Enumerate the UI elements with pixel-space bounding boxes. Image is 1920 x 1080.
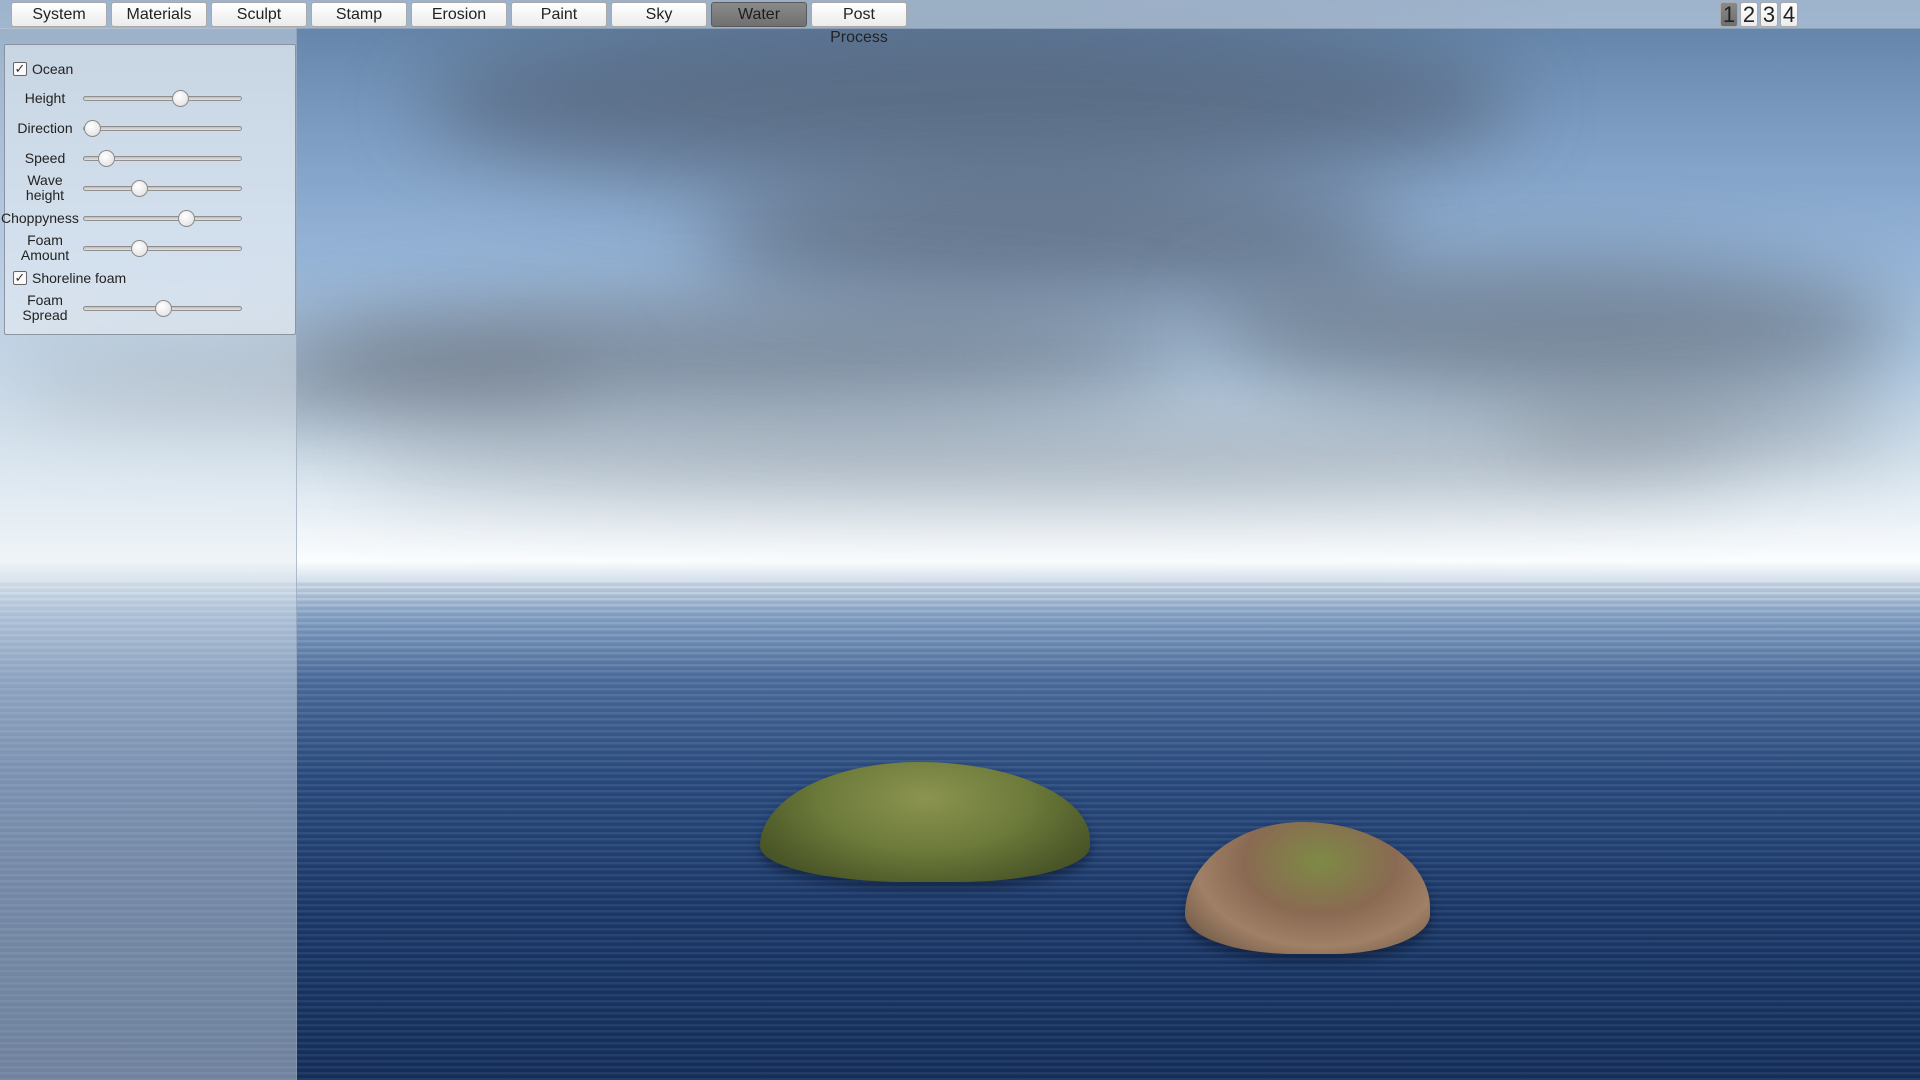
view-button-2[interactable]: 2 [1740,2,1758,27]
tab-paint[interactable]: Paint [511,2,607,27]
direction-label: Direction [17,119,73,136]
wave-height-slider-thumb[interactable] [130,180,148,197]
foam-amount-slider-thumb[interactable] [130,240,148,257]
choppyness-slider-thumb[interactable] [178,210,196,227]
shoreline-foam-label: Shoreline foam [32,270,127,286]
ocean-toggle[interactable]: ✓ Ocean [13,59,73,79]
slider-height: Height [5,83,297,113]
shoreline-foam-toggle[interactable]: ✓ Shoreline foam [13,268,126,288]
speed-slider-thumb[interactable] [97,150,115,167]
slider-wave-height: Wave height [5,173,297,203]
choppyness-slider-track[interactable] [83,210,242,227]
speed-label: Speed [24,149,66,166]
slider-foam-amount: Foam Amount [5,233,297,263]
tab-materials[interactable]: Materials [111,2,207,27]
left-panel: ✓ Ocean Height Direction Speed Wave heig… [0,28,297,1080]
wave-height-label: Wave height [25,172,65,203]
tab-stamp[interactable]: Stamp [311,2,407,27]
height-slider-thumb[interactable] [171,90,189,107]
shoreline-foam-checkbox[interactable]: ✓ [13,271,27,285]
slider-direction: Direction [5,113,297,143]
wave-height-slider-track[interactable] [83,180,242,197]
view-button-3[interactable]: 3 [1760,2,1778,27]
ocean-checkbox[interactable]: ✓ [13,62,27,76]
tab-water[interactable]: Water [711,2,807,27]
cloud [1200,260,1900,400]
main-toolbar: System Materials Sculpt Stamp Erosion Pa… [0,0,1920,46]
foam-amount-slider-track[interactable] [83,240,242,257]
view-button-1[interactable]: 1 [1720,2,1738,27]
choppyness-label: Choppyness [1,209,79,226]
height-label: Height [24,89,66,106]
height-slider-track[interactable] [83,90,242,107]
speed-slider-track[interactable] [83,150,242,167]
foam-spread-slider-track[interactable] [83,300,242,317]
foam-amount-label: Foam Amount [20,232,70,263]
view-button-4[interactable]: 4 [1780,2,1798,27]
cloud [420,20,1520,190]
foam-spread-slider-thumb[interactable] [154,300,172,317]
tab-system[interactable]: System [11,2,107,27]
slider-choppyness: Choppyness [1,203,297,233]
tab-post-process[interactable]: Post Process [811,2,907,46]
water-settings-group: ✓ Ocean Height Direction Speed Wave heig… [1,44,297,335]
slider-foam-spread: Foam Spread [5,293,297,323]
direction-slider-track[interactable] [83,120,242,137]
tab-erosion[interactable]: Erosion [411,2,507,27]
tab-sculpt[interactable]: Sculpt [211,2,307,27]
slider-speed: Speed [5,143,297,173]
tab-sky[interactable]: Sky [611,2,707,27]
foam-spread-label: Foam Spread [22,292,68,323]
cloud [1500,400,1900,460]
ocean-label: Ocean [32,61,74,77]
direction-slider-thumb[interactable] [83,120,101,137]
